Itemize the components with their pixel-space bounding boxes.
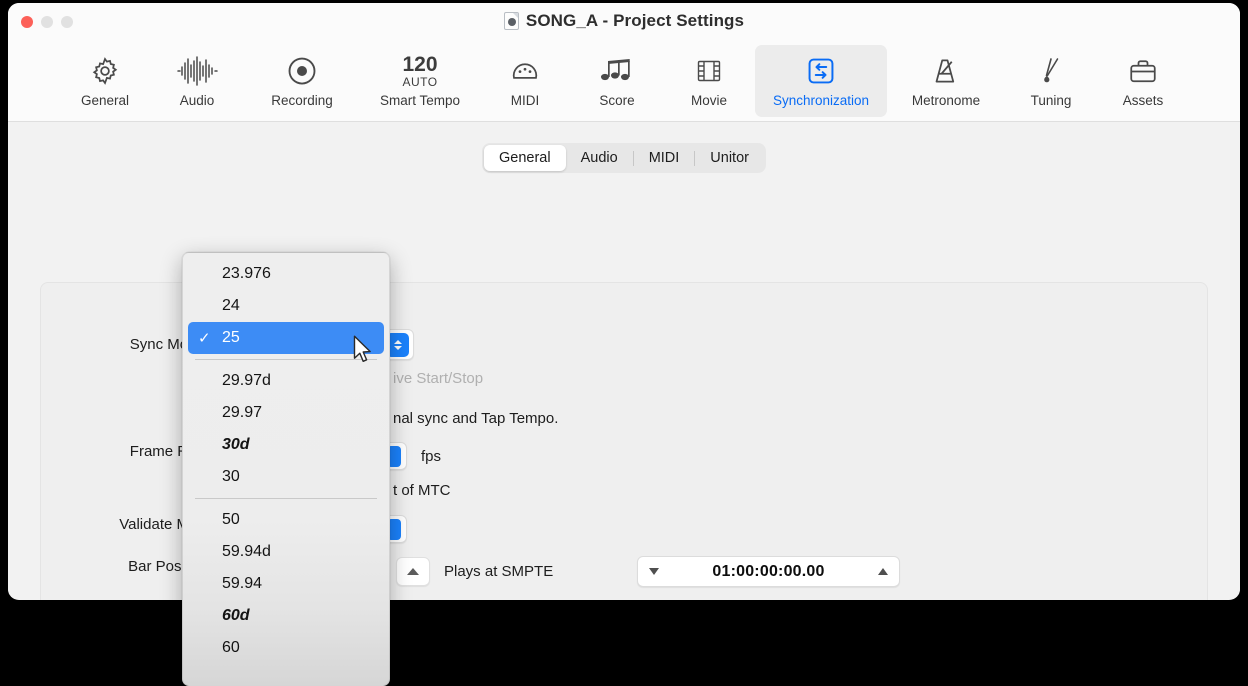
menu-item-label: 59.94d	[222, 543, 271, 561]
fps-unit-label: fps	[421, 448, 441, 465]
menu-item-29-97[interactable]: 29.97	[188, 397, 384, 429]
tempo-bpm-value: 120	[402, 54, 437, 75]
mtc-tail-text: t of MTC	[393, 482, 451, 499]
chevron-up-icon[interactable]	[878, 568, 888, 575]
toolbar-label: General	[81, 93, 129, 108]
tab-midi[interactable]: MIDI	[634, 145, 695, 171]
menu-item-30d[interactable]: 30d	[188, 429, 384, 461]
film-strip-icon	[695, 54, 723, 88]
window-titlebar: SONG_A - Project Settings	[8, 3, 1240, 43]
toolbar-label: Tuning	[1031, 93, 1072, 108]
toolbar-label: Recording	[271, 93, 333, 108]
menu-item-label: 30d	[222, 436, 250, 454]
menu-item-30[interactable]: 30	[188, 461, 384, 493]
toolbar-label: Metronome	[912, 93, 980, 108]
menu-item-label: 30	[222, 468, 240, 486]
waveform-icon	[176, 54, 218, 88]
external-sync-help-row: nal sync and Tap Tempo.	[393, 410, 558, 427]
window-title-group: SONG_A - Project Settings	[8, 11, 1240, 31]
settings-toolbar: General Audio Recording	[8, 43, 1240, 122]
menu-item-label: 59.94	[222, 575, 262, 593]
toolbar-label: MIDI	[511, 93, 540, 108]
briefcase-icon	[1128, 54, 1158, 88]
subtab-bar: General Audio MIDI Unitor	[8, 143, 1240, 173]
toolbar-label: Movie	[691, 93, 727, 108]
toolbar-item-audio[interactable]: Audio	[151, 45, 243, 117]
menu-separator	[195, 359, 377, 360]
toolbar-item-metronome[interactable]: Metronome	[887, 45, 1005, 117]
gear-icon	[90, 54, 120, 88]
plays-at-smpte-field[interactable]: 01:00:00:00.00	[637, 556, 900, 587]
frame-rate-popup-stub[interactable]: fps	[381, 442, 441, 470]
toolbar-item-tuning[interactable]: Tuning	[1005, 45, 1097, 117]
chevron-down-icon[interactable]	[649, 568, 659, 575]
tab-label: Audio	[581, 150, 618, 166]
plays-at-smpte-value: 01:00:00:00.00	[659, 563, 878, 581]
music-notes-icon	[600, 54, 634, 88]
plays-at-smpte-label: Plays at SMPTE	[444, 563, 604, 580]
menu-separator	[195, 498, 377, 499]
toolbar-label: Smart Tempo	[380, 93, 460, 108]
tempo-auto-label: AUTO	[402, 76, 437, 88]
menu-item-label: 23.976	[222, 265, 271, 283]
auto-enable-label: ive Start/Stop	[393, 370, 483, 387]
window-title: SONG_A - Project Settings	[526, 11, 744, 31]
menu-item-50[interactable]: 50	[188, 504, 384, 536]
tab-label: Unitor	[710, 150, 749, 166]
toolbar-label: Synchronization	[773, 93, 869, 108]
record-circle-icon	[287, 54, 317, 88]
menu-item-label: 24	[222, 297, 240, 315]
mtc-tail-row: t of MTC	[393, 482, 451, 499]
frame-rate-dropdown-menu[interactable]: 23.976 24✓25 29.97d 29.97 30d 30 50 59.94d 59.94…	[182, 252, 390, 686]
external-sync-help-text: nal sync and Tap Tempo.	[393, 410, 558, 427]
tab-general[interactable]: General	[484, 145, 566, 171]
bar-position-stepper-1[interactable]	[396, 557, 430, 586]
menu-item-29-97d[interactable]: 29.97d	[188, 365, 384, 397]
menu-item-59-94d[interactable]: 59.94d	[188, 536, 384, 568]
menu-item-60[interactable]: 60	[188, 632, 384, 664]
menu-item-label: 60	[222, 639, 240, 657]
tab-label: MIDI	[649, 150, 680, 166]
menu-item-label: 29.97	[222, 404, 262, 422]
toolbar-label: Audio	[180, 93, 215, 108]
tab-unitor[interactable]: Unitor	[695, 145, 764, 171]
toolbar-item-smart-tempo[interactable]: 120 AUTO Smart Tempo	[361, 45, 479, 117]
toolbar-item-score[interactable]: Score	[571, 45, 663, 117]
checkmark-icon: ✓	[198, 329, 222, 347]
midi-connector-icon	[510, 54, 540, 88]
plays-at-smpte-row: Plays at SMPTE 01:00:00:00.00	[396, 556, 900, 587]
toolbar-label: Score	[599, 93, 634, 108]
tab-audio[interactable]: Audio	[566, 145, 633, 171]
toolbar-item-synchronization[interactable]: Synchronization	[755, 45, 887, 117]
tuning-fork-icon	[1038, 54, 1064, 88]
toolbar-item-midi[interactable]: MIDI	[479, 45, 571, 117]
toolbar-label: Assets	[1123, 93, 1164, 108]
segmented-control: General Audio MIDI Unitor	[482, 143, 766, 173]
sync-arrows-icon	[807, 54, 835, 88]
menu-item-24[interactable]: 24	[188, 290, 384, 322]
auto-enable-row: ive Start/Stop	[393, 370, 483, 387]
logic-project-document-icon	[504, 12, 519, 30]
toolbar-item-general[interactable]: General	[59, 45, 151, 117]
metronome-icon	[931, 54, 961, 88]
tempo-120-auto-icon: 120 AUTO	[402, 54, 437, 88]
toolbar-item-assets[interactable]: Assets	[1097, 45, 1189, 117]
toolbar-item-recording[interactable]: Recording	[243, 45, 361, 117]
menu-item-label: 25	[222, 329, 240, 347]
menu-item-label: 60d	[222, 607, 250, 625]
menu-item-59-94[interactable]: 59.94	[188, 568, 384, 600]
menu-item-23-976[interactable]: 23.976	[188, 258, 384, 290]
screen: SONG_A - Project Settings General	[0, 0, 1248, 686]
menu-item-label: 50	[222, 511, 240, 529]
tab-label: General	[499, 150, 551, 166]
menu-item-label: 29.97d	[222, 372, 271, 390]
mouse-cursor	[353, 335, 373, 369]
menu-item-60d[interactable]: 60d	[188, 600, 384, 632]
toolbar-item-movie[interactable]: Movie	[663, 45, 755, 117]
